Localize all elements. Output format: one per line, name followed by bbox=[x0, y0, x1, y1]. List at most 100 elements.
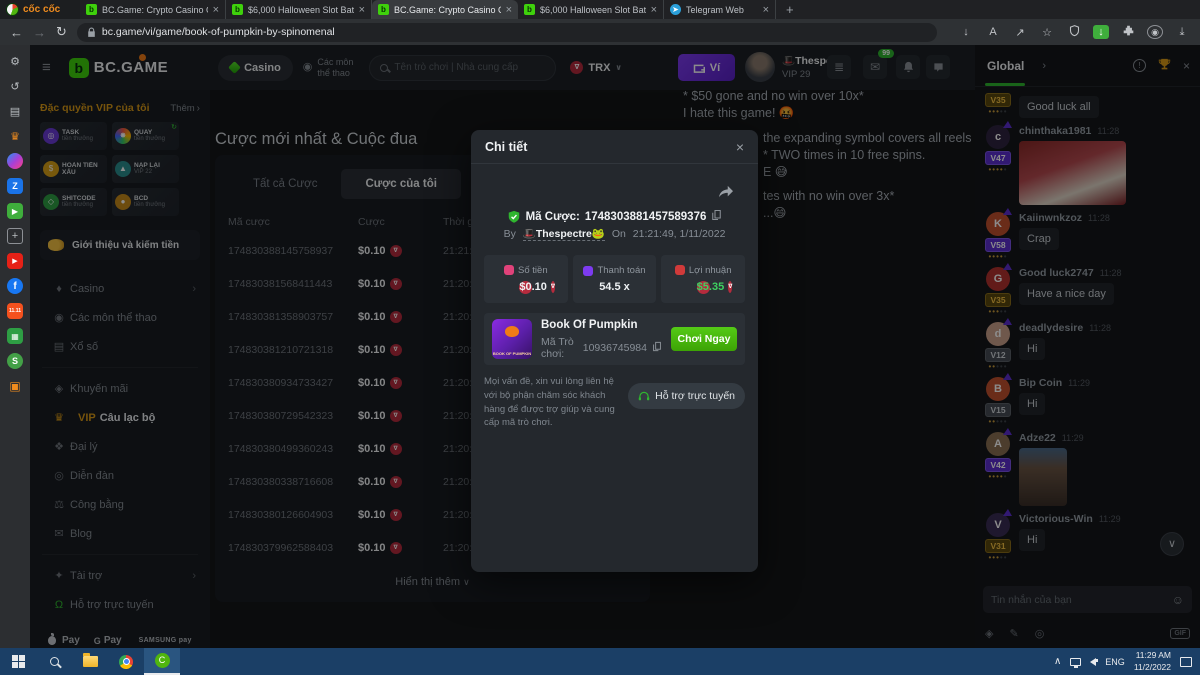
verified-shield-icon bbox=[507, 210, 521, 224]
sidebar-icon[interactable]: 11.11 bbox=[7, 303, 23, 319]
address-bar[interactable]: bc.game/vi/game/book-of-pumpkin-by-spino… bbox=[77, 23, 937, 42]
sidebar-icon[interactable]: ▶ bbox=[7, 203, 23, 219]
windows-taskbar: C ∧ ENG 11:29 AM 11/2/2022 bbox=[0, 648, 1200, 675]
clock[interactable]: 11:29 AM 11/2/2022 bbox=[1134, 650, 1171, 672]
action-center-icon[interactable] bbox=[1180, 657, 1192, 667]
sidebar-icon[interactable]: ♛ bbox=[7, 128, 23, 144]
downloads-tray-icon[interactable]: ⤓ bbox=[1174, 26, 1190, 39]
stat-card: Thanh toán 54.5 x∇ bbox=[573, 255, 657, 303]
stat-icon bbox=[583, 266, 593, 276]
game-card: BOOK OF PUMPKIN Book Of Pumpkin Mã Trò c… bbox=[484, 313, 745, 365]
sidebar-icon[interactable]: ⚙ bbox=[7, 53, 23, 69]
stat-label: Thanh toán bbox=[597, 265, 645, 276]
sidebar-icon[interactable]: S bbox=[7, 353, 23, 369]
coccoc-brand[interactable]: cốc cốc bbox=[0, 0, 80, 19]
profile-avatar-icon[interactable]: ◉ bbox=[1147, 25, 1163, 39]
browser-tab[interactable]: b BC.Game: Crypto Casino Gan × bbox=[372, 0, 518, 19]
sidebar-icon[interactable]: ▶ bbox=[7, 253, 23, 269]
sidebar-icon[interactable]: f bbox=[7, 278, 23, 294]
copy-icon[interactable] bbox=[711, 208, 722, 226]
stat-icon bbox=[675, 265, 685, 275]
game-id-value: 10936745984 bbox=[583, 342, 647, 354]
sidebar-icon[interactable]: ▣ bbox=[7, 378, 23, 394]
live-support-button[interactable]: Hỗ trợ trực tuyến bbox=[628, 383, 745, 409]
play-now-button[interactable]: Chơi Ngay bbox=[671, 327, 737, 351]
trx-coin-icon: ∇ bbox=[728, 281, 732, 293]
stat-label: Số tiền bbox=[518, 265, 548, 276]
screen: cốc cốc b BC.Game: Crypto Casino Gam × b… bbox=[0, 0, 1200, 675]
adblock-shield-icon[interactable] bbox=[1066, 25, 1082, 40]
browser-tab-bar: cốc cốc b BC.Game: Crypto Casino Gam × b… bbox=[0, 0, 1200, 19]
tab-title: $6,000 Halloween Slot Battle bbox=[248, 5, 354, 15]
bcgame-page: ≡ b BC.GAME Casino ◉ Các mônthể thao ∇ T… bbox=[30, 45, 1200, 648]
start-button[interactable] bbox=[0, 648, 36, 675]
close-icon[interactable]: × bbox=[736, 139, 744, 155]
translate-icon[interactable]: A bbox=[985, 26, 1001, 38]
volume-icon[interactable] bbox=[1090, 658, 1096, 666]
coccoc-taskbar-icon[interactable]: C bbox=[144, 648, 180, 675]
share-page-icon[interactable]: ↗ bbox=[1012, 26, 1028, 39]
back-icon[interactable]: ← bbox=[10, 25, 23, 40]
support-text: Mọi vấn đề, xin vui lòng liên hệ với bộ … bbox=[484, 375, 618, 430]
browser-tab[interactable]: b $6,000 Halloween Slot Battle × bbox=[518, 0, 664, 19]
tab-strip: b BC.Game: Crypto Casino Gam × b $6,000 … bbox=[80, 0, 776, 19]
tab-title: BC.Game: Crypto Casino Gan bbox=[394, 5, 501, 15]
bettor-username[interactable]: 🎩Thespectre🐸 bbox=[523, 228, 605, 241]
tab-title: BC.Game: Crypto Casino Gam bbox=[102, 5, 208, 15]
tab-favicon: b bbox=[232, 4, 243, 15]
bet-id-value: 1748303881457589376 bbox=[585, 211, 707, 223]
bet-details-modal: Chi tiết × Mã Cược: 1748303881457589376 … bbox=[471, 130, 758, 572]
browser-url-bar: ← → ↻ bc.game/vi/game/book-of-pumpkin-by… bbox=[0, 19, 1200, 45]
chrome-icon[interactable] bbox=[108, 648, 144, 675]
sidebar-icon[interactable]: ▦ bbox=[7, 328, 23, 344]
stat-label: Lợi nhuận bbox=[689, 265, 732, 276]
game-thumbnail[interactable]: BOOK OF PUMPKIN bbox=[492, 319, 532, 359]
sidebar-icon[interactable]: Z bbox=[7, 178, 23, 194]
stat-card: Số tiền $0.10∇ bbox=[484, 255, 568, 303]
coccoc-brand-label: cốc cốc bbox=[23, 4, 60, 15]
extensions-puzzle-icon[interactable] bbox=[1120, 25, 1136, 39]
tab-favicon: ➤ bbox=[670, 4, 681, 15]
bet-stat-cards: Số tiền $0.10∇ Thanh toán 54.5 x∇ bbox=[484, 255, 745, 303]
by-label: By bbox=[504, 228, 516, 240]
tab-favicon: b bbox=[86, 4, 97, 15]
file-explorer-icon[interactable] bbox=[72, 648, 108, 675]
tab-title: $6,000 Halloween Slot Battle bbox=[540, 5, 646, 15]
stat-icon bbox=[504, 265, 514, 275]
reload-icon[interactable]: ↻ bbox=[56, 24, 67, 40]
game-id-label: Mã Trò chơi: bbox=[541, 336, 578, 360]
browser-tab[interactable]: ➤ Telegram Web × bbox=[664, 0, 776, 19]
bookmark-star-icon[interactable]: ☆ bbox=[1039, 26, 1055, 39]
tab-close-icon[interactable]: × bbox=[651, 4, 657, 16]
sidebar-icon[interactable] bbox=[7, 153, 23, 169]
tab-close-icon[interactable]: × bbox=[506, 4, 512, 16]
network-icon[interactable] bbox=[1070, 658, 1081, 666]
language-indicator[interactable]: ENG bbox=[1105, 657, 1125, 667]
copy-icon[interactable] bbox=[652, 341, 662, 355]
stat-card: Lợi nhuận $5.35∇ bbox=[661, 255, 745, 303]
save-to-device-icon[interactable]: ↓ bbox=[958, 26, 974, 38]
browser-tab[interactable]: b $6,000 Halloween Slot Battle × bbox=[226, 0, 372, 19]
lock-icon bbox=[87, 27, 96, 38]
new-tab-button[interactable]: + bbox=[776, 0, 804, 19]
sidebar-icon[interactable]: ▤ bbox=[7, 103, 23, 119]
hidden-icons-chevron[interactable]: ∧ bbox=[1054, 656, 1061, 667]
sidebar-icon[interactable]: ↺ bbox=[7, 78, 23, 94]
browser-tab[interactable]: b BC.Game: Crypto Casino Gam × bbox=[80, 0, 226, 19]
tab-close-icon[interactable]: × bbox=[763, 4, 769, 16]
tab-close-icon[interactable]: × bbox=[213, 4, 219, 16]
download-active-icon[interactable]: ↓ bbox=[1093, 25, 1109, 39]
forward-icon[interactable]: → bbox=[33, 25, 46, 40]
system-tray: ∧ ENG 11:29 AM 11/2/2022 bbox=[1054, 650, 1200, 672]
modal-title: Chi tiết bbox=[485, 140, 527, 154]
taskbar-search-icon[interactable] bbox=[36, 648, 72, 675]
url-bar-actions: ↓ A ↗ ☆ ↓ ◉ ⤓ bbox=[958, 25, 1190, 40]
share-icon[interactable] bbox=[718, 185, 734, 204]
sidebar-icon[interactable]: + bbox=[7, 228, 23, 244]
bet-id-label: Mã Cược: bbox=[526, 211, 580, 223]
tab-title: Telegram Web bbox=[686, 5, 758, 15]
tab-favicon: b bbox=[378, 4, 389, 15]
url-text: bc.game/vi/game/book-of-pumpkin-by-spino… bbox=[102, 26, 335, 38]
stat-value: $0.10∇ bbox=[519, 281, 532, 294]
tab-close-icon[interactable]: × bbox=[359, 4, 365, 16]
